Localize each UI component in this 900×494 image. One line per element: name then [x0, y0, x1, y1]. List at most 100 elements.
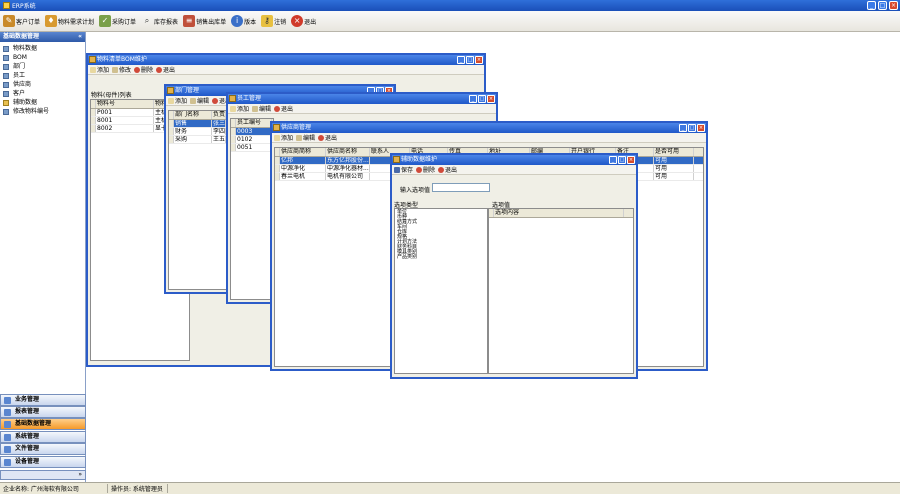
- table-row[interactable]: 销售 张三: [169, 120, 227, 128]
- add-button[interactable]: 添加: [90, 65, 109, 74]
- cell: 中源净化: [280, 165, 326, 172]
- acc-label: 报表管理: [15, 408, 40, 415]
- maximize-button[interactable]: □: [466, 56, 474, 64]
- delete-button[interactable]: 删除: [134, 65, 153, 74]
- option-value-input[interactable]: [432, 183, 490, 192]
- sidebar-item-employee[interactable]: 员工: [0, 71, 85, 80]
- table-row[interactable]: 财务 李四: [169, 128, 227, 136]
- close-button[interactable]: ×: [627, 156, 635, 164]
- acc-file[interactable]: 文件管理: [0, 443, 86, 455]
- acc-business[interactable]: 业务管理: [0, 394, 86, 406]
- cell: 可用: [654, 165, 694, 172]
- maximize-button[interactable]: □: [478, 95, 486, 103]
- inventory-report-button[interactable]: ⌕ 库存报表: [141, 15, 178, 27]
- minimize-button[interactable]: _: [609, 156, 617, 164]
- magnifier-icon: ⌕: [144, 16, 150, 25]
- purchase-order-button[interactable]: ✓ 采购订单: [99, 15, 136, 27]
- table-row[interactable]: 采购 王五: [169, 136, 227, 144]
- logout-button[interactable]: ⚷ 注销: [261, 15, 286, 27]
- btn-label: 编辑: [303, 135, 316, 142]
- edit-button[interactable]: 编辑: [252, 104, 271, 113]
- acc-label: 业务管理: [15, 396, 40, 403]
- tb-label: 物料需求计划: [58, 18, 95, 26]
- type-list: 单位 币种 结算方式 车间 仓库 规格 计划方法 财务科目 模具类别 产品类别: [394, 208, 488, 374]
- mrp-button[interactable]: ♦ 物料需求计划: [45, 15, 94, 27]
- exit-icon: [318, 134, 325, 141]
- acc-system[interactable]: 系统管理: [0, 431, 86, 443]
- sidebar-item-rename[interactable]: 修改物料编号: [0, 107, 85, 116]
- edit-icon: [252, 105, 259, 112]
- exit-button[interactable]: 退出: [156, 65, 175, 74]
- person-icon: [3, 72, 9, 79]
- cell: 中源净化器材...: [327, 165, 370, 172]
- sidebar-item-label: 修改物料编号: [13, 108, 50, 115]
- cell: 李四: [213, 128, 226, 135]
- maximize-button[interactable]: □: [618, 156, 626, 164]
- people-icon: [3, 63, 9, 70]
- customer-order-button[interactable]: ✎ 客户订单: [3, 15, 40, 27]
- sidebar-item-customer[interactable]: 客户: [0, 89, 85, 98]
- acc-device[interactable]: 设备管理: [0, 456, 86, 468]
- sidebar-item-material[interactable]: 物料数据: [0, 44, 85, 53]
- window-title-text: 供应商管理: [281, 124, 312, 131]
- status-company: 企业名称: 广州海软有限公司: [0, 484, 108, 493]
- table-row[interactable]: 0102: [231, 136, 273, 144]
- acc-expand-icon[interactable]: »: [0, 470, 86, 480]
- col-header: 供应商简称: [280, 148, 326, 156]
- exit-button[interactable]: × 退出: [291, 15, 316, 27]
- add-icon: [230, 105, 236, 112]
- exit-button[interactable]: 退出: [438, 165, 457, 174]
- save-icon: [394, 166, 400, 173]
- add-button[interactable]: 添加: [274, 133, 293, 142]
- input-label: 输入选项值: [400, 187, 431, 194]
- minimize-button[interactable]: _: [469, 95, 477, 103]
- minimize-button[interactable]: _: [457, 56, 465, 64]
- bom-window-title: 物料清单BOM维护 _ □ ×: [88, 55, 484, 65]
- minimize-button[interactable]: _: [867, 1, 876, 10]
- collapse-icon[interactable]: «: [78, 32, 82, 42]
- acc-report[interactable]: 报表管理: [0, 406, 86, 418]
- window-icon: [229, 95, 236, 102]
- acc-label: 文件管理: [15, 445, 40, 452]
- sidebar-item-dept[interactable]: 部门: [0, 62, 85, 71]
- cell: 张三: [213, 120, 226, 127]
- modify-button[interactable]: 修改: [112, 65, 131, 74]
- sidebar-item-bom[interactable]: BOM: [0, 53, 85, 62]
- cell: 东方亿邦股份...: [327, 157, 370, 164]
- delete-button[interactable]: 删除: [416, 165, 435, 174]
- close-button[interactable]: ×: [697, 124, 705, 132]
- window-title-text: 员工管理: [237, 95, 262, 102]
- add-button[interactable]: 添加: [230, 104, 249, 113]
- close-button[interactable]: ×: [475, 56, 483, 64]
- col-header: 部门名称: [174, 111, 212, 119]
- exit-button[interactable]: 退出: [274, 104, 293, 113]
- cell: 8002: [96, 125, 154, 132]
- cell: 可用: [654, 173, 694, 180]
- sidebar-item-label: 客户: [13, 90, 26, 97]
- supplier-window-title: 供应商管理 _ □ ×: [272, 123, 706, 133]
- close-button[interactable]: ×: [487, 95, 495, 103]
- list-item[interactable]: 产品类别: [397, 255, 487, 260]
- sales-outbound-button[interactable]: ≡ 销售出库单: [183, 15, 226, 27]
- aux-window: 辅助数据维护 _ □ × 保存 删除 退出 输入选项值 选项类型 选项值 单位 币种 …: [390, 153, 638, 379]
- maximize-button[interactable]: □: [688, 124, 696, 132]
- maximize-button[interactable]: □: [878, 1, 887, 10]
- save-button[interactable]: 保存: [394, 165, 413, 174]
- cell: 0051: [236, 144, 272, 151]
- delete-icon: [416, 166, 423, 173]
- edit-icon: [296, 134, 303, 141]
- minimize-button[interactable]: _: [679, 124, 687, 132]
- sidebar-item-aux[interactable]: 辅助数据: [0, 98, 85, 107]
- sidebar-item-supplier[interactable]: 供应商: [0, 80, 85, 89]
- tb-label: 版本: [244, 18, 257, 26]
- table-row[interactable]: 0003: [231, 128, 273, 136]
- close-button[interactable]: ×: [889, 1, 898, 10]
- table-row[interactable]: 0051: [231, 144, 273, 152]
- add-button[interactable]: 添加: [168, 96, 187, 105]
- version-button[interactable]: i 版本: [231, 15, 256, 27]
- cell: 亿邦: [280, 157, 326, 164]
- exit-button[interactable]: 退出: [318, 133, 337, 142]
- acc-basic-data[interactable]: 基础数据管理: [0, 418, 86, 430]
- edit-button[interactable]: 编辑: [190, 96, 209, 105]
- edit-button[interactable]: 编辑: [296, 133, 315, 142]
